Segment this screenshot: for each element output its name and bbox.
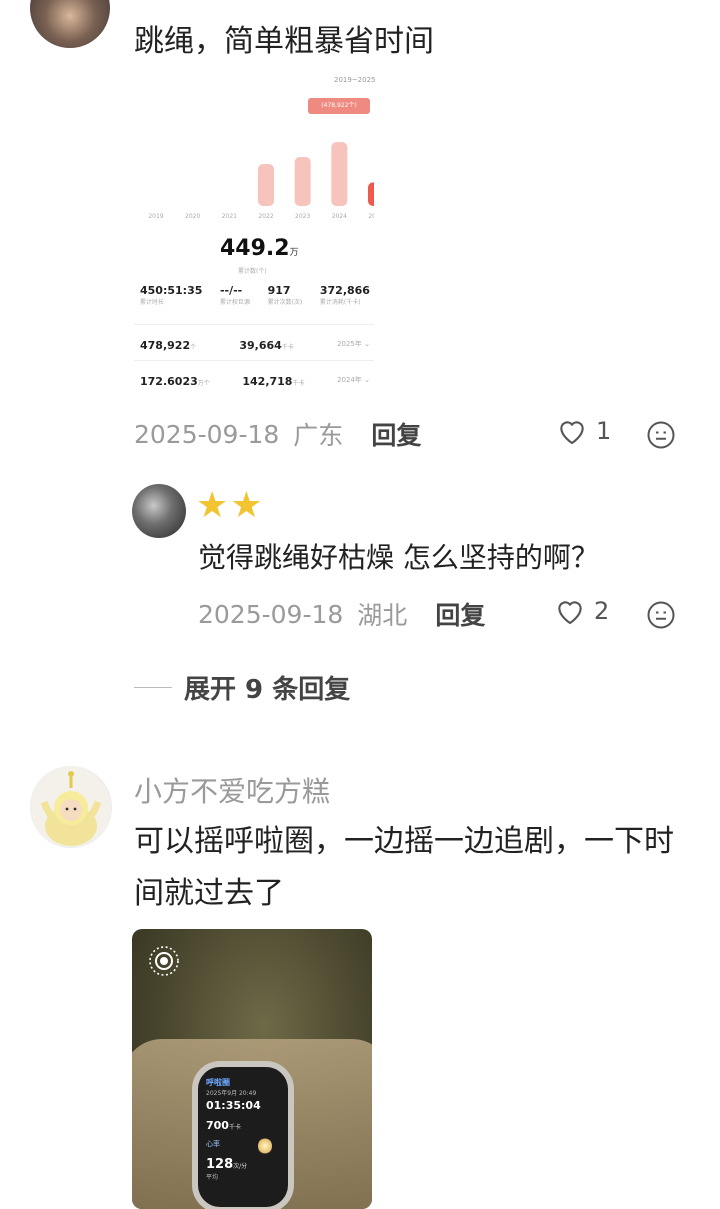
- like-count: 1: [596, 417, 612, 445]
- expand-divider: [134, 686, 172, 688]
- watch-date: 2025年9月 20:49: [206, 1090, 257, 1097]
- stats-row: 450:51:35 累计时长 --/-- 累计权巨源 917 累计次数(次) 372,…: [140, 284, 370, 306]
- stat-calories: 372,866 累计消耗(千卡): [319, 284, 370, 306]
- expand-label: 展开 9 条回复: [184, 674, 351, 705]
- username[interactable]: 小方不爱吃方糕: [134, 770, 330, 810]
- comment-location: 广东: [293, 421, 344, 450]
- x-tick-2021: 2021: [222, 213, 237, 220]
- expand-replies-button[interactable]: 展开 9 条回复: [134, 668, 350, 706]
- stat-source: --/-- 累计权巨源: [219, 284, 250, 306]
- watch-heart-sub: 平均: [206, 1174, 219, 1181]
- total-unit: 万: [289, 248, 299, 258]
- light-reflection: [258, 1137, 272, 1155]
- total-value-wrap: 449.2万: [220, 236, 299, 261]
- stat-count: 917 累计次数(次): [267, 284, 303, 306]
- comment-image[interactable]: 2019~2025 (478,922个) 2019 2020 2021 2022 202…: [134, 76, 376, 396]
- x-tick-2024: 2024: [332, 213, 347, 220]
- x-tick-2019: 2019: [148, 213, 163, 220]
- live-photo-icon: [149, 946, 179, 976]
- avatar[interactable]: [30, 766, 112, 848]
- reply-meta: 2025-09-18 湖北 回复: [198, 594, 485, 634]
- smartwatch: 呼啦圈 2025年9月 20:49 01:35:04 700千卡 心率 128次…: [198, 1067, 288, 1207]
- stat-duration: 450:51:35 累计时长: [140, 284, 203, 306]
- bar-2025: [368, 182, 374, 206]
- x-tick-2020: 2020: [185, 213, 200, 220]
- like-button[interactable]: 1: [556, 416, 611, 446]
- x-tick-2022: 2022: [258, 213, 273, 220]
- bar-2023: [294, 157, 311, 206]
- watch-calories: 700: [206, 1119, 229, 1132]
- total-value: 449.2: [220, 236, 290, 261]
- watch-duration: 01:35:04: [206, 1099, 261, 1112]
- bar-chart: 2019 2020 2021 2022 2023 2024 2025: [148, 142, 374, 220]
- x-tick-2025: 2025: [368, 213, 374, 220]
- heart-icon: [560, 421, 584, 445]
- chart-range-label: 2019~2025: [334, 76, 376, 84]
- comment-date: 2025-09-18: [134, 419, 280, 449]
- bar-2022: [258, 164, 274, 206]
- watch-calories-unit: 千卡: [228, 1124, 241, 1131]
- avatar[interactable]: [132, 484, 186, 538]
- watch-screen: 呼啦圈 2025年9月 20:49 01:35:04 700千卡 心率 128次…: [206, 1077, 280, 1201]
- reply-date: 2025-09-18: [198, 599, 344, 629]
- bar-2024: [331, 142, 348, 206]
- user-badge: ★★: [196, 485, 265, 526]
- reply-button[interactable]: 回复: [371, 416, 421, 452]
- comment-photo[interactable]: 呼啦圈 2025年9月 20:49 01:35:04 700千卡 心率 128次…: [132, 929, 372, 1209]
- watch-heart-value: 128: [206, 1157, 234, 1172]
- like-button[interactable]: 2: [554, 596, 609, 626]
- year-row[interactable]: 478,922个 39,664千卡 2025年 ⌄: [140, 334, 370, 353]
- heart-icon: [558, 601, 582, 625]
- reply-text: 觉得跳绳好枯燥 怎么坚持的啊？: [198, 541, 599, 574]
- reply-location: 湖北: [357, 601, 408, 630]
- avatar[interactable]: [30, 0, 110, 48]
- divider: [134, 360, 374, 361]
- like-count: 2: [594, 597, 610, 625]
- comment-meta: 2025-09-18 广东 回复: [134, 414, 421, 454]
- divider: [134, 324, 374, 325]
- total-label: 累计数(个): [238, 268, 267, 275]
- teletubby-avatar-icon: [40, 771, 102, 846]
- emoji-reaction-icon[interactable]: [646, 600, 676, 630]
- emoji-reaction-icon[interactable]: [646, 420, 676, 450]
- watch-app-title: 呼啦圈: [206, 1078, 230, 1087]
- comment-text: 跳绳，简单粗暴省时间: [134, 24, 434, 59]
- comment-text: 可以摇呼啦圈，一边摇一边追剧，一下时间就过去了: [134, 824, 674, 911]
- x-tick-2023: 2023: [295, 213, 310, 220]
- year-row[interactable]: 172.6023万个 142,718千卡 2024年 ⌄: [140, 370, 370, 389]
- watch-heart-unit: 次/分: [233, 1163, 248, 1170]
- reply-button[interactable]: 回复: [435, 596, 485, 632]
